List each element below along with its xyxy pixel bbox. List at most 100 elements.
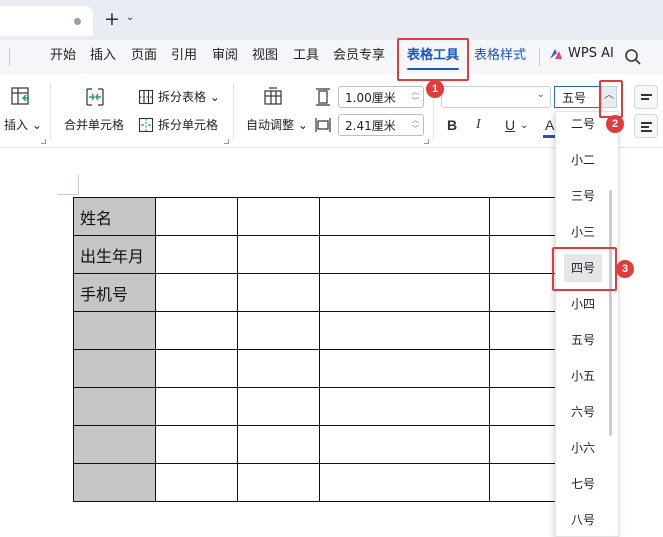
table-cell[interactable] — [155, 349, 238, 388]
table-header-cell[interactable]: 出生年月 — [73, 235, 156, 274]
font-size-option[interactable]: 小二 — [564, 146, 602, 174]
split-table-label: 拆分表格 — [158, 90, 207, 104]
highlight-box-size-option — [552, 247, 617, 291]
step-badge-2: 2 — [606, 115, 624, 133]
table-cell[interactable] — [155, 273, 238, 312]
table-cell[interactable] — [319, 387, 490, 426]
underline-button[interactable]: U — [505, 117, 515, 133]
table-cell[interactable] — [319, 273, 490, 312]
split-table-button[interactable]: 拆分表格 ⌄ — [158, 89, 220, 105]
table-header-cell[interactable]: 手机号 — [73, 273, 156, 312]
table-header-cell[interactable] — [73, 387, 156, 426]
table-cell[interactable] — [155, 197, 238, 236]
table-cell[interactable] — [319, 349, 490, 388]
font-color-button[interactable]: A — [545, 117, 554, 133]
col-width-input[interactable]: 2.41厘米 ︿ ﹀ — [338, 114, 424, 136]
insert-table-icon[interactable] — [10, 86, 32, 108]
font-size-option[interactable]: 二号 — [564, 112, 602, 138]
table-cell[interactable] — [155, 387, 238, 426]
table-cell[interactable] — [237, 349, 320, 388]
menu-home[interactable]: 开始 — [50, 47, 76, 65]
row-height-stepper-icon[interactable]: ︿ ﹀ — [412, 88, 419, 106]
menu-divider — [539, 48, 540, 66]
merge-cells-icon[interactable] — [84, 86, 106, 108]
new-tab-menu-icon[interactable]: ⌄ — [126, 12, 134, 23]
table-cell[interactable] — [237, 311, 320, 350]
ribbon-divider — [233, 82, 234, 140]
font-size-option[interactable]: 六号 — [564, 398, 602, 426]
font-size-option[interactable]: 小六 — [564, 434, 602, 462]
font-size-option[interactable]: 五号 — [564, 326, 602, 354]
menu-tools[interactable]: 工具 — [293, 47, 319, 65]
menu-member[interactable]: 会员专享 — [333, 47, 385, 65]
font-size-option[interactable]: 三号 — [564, 182, 602, 210]
font-size-option[interactable]: 小四 — [564, 290, 602, 318]
table-cell[interactable] — [319, 311, 490, 350]
table-row: 姓名 — [73, 197, 570, 236]
row-height-icon — [316, 88, 330, 106]
merge-cells-button[interactable]: 合并单元格 — [64, 117, 124, 133]
insert-label: 插入 — [4, 118, 29, 132]
bold-button[interactable]: B — [447, 117, 457, 133]
menu-divider — [9, 48, 10, 66]
table-cell[interactable] — [319, 463, 490, 502]
table-cell[interactable] — [155, 311, 238, 350]
table-cell[interactable] — [155, 463, 238, 502]
split-cells-button[interactable]: 拆分单元格 — [158, 117, 218, 133]
table-cell[interactable] — [319, 197, 490, 236]
table-cell[interactable] — [237, 235, 320, 274]
step-badge-1: 1 — [426, 80, 444, 98]
row-height-input[interactable]: 1.00厘米 ︿ ﹀ — [338, 86, 424, 108]
table-cell[interactable] — [319, 235, 490, 274]
font-size-input[interactable]: 五号 — [554, 86, 600, 108]
wps-ai-label: WPS AI — [568, 46, 614, 61]
table-header-cell[interactable] — [73, 425, 156, 464]
table-cell[interactable] — [237, 463, 320, 502]
group-launcher-icon[interactable] — [224, 139, 229, 144]
italic-button[interactable]: I — [476, 117, 481, 133]
document-tab[interactable] — [0, 6, 93, 36]
table-cell[interactable] — [237, 197, 320, 236]
table-cell[interactable] — [319, 425, 490, 464]
font-size-option[interactable]: 八号 — [564, 506, 602, 534]
menu-view[interactable]: 视图 — [252, 47, 278, 65]
table-row — [73, 463, 570, 502]
table-cell[interactable] — [237, 425, 320, 464]
menu-references[interactable]: 引用 — [171, 47, 197, 65]
font-size-option[interactable]: 七号 — [564, 470, 602, 498]
align-line — [641, 126, 649, 128]
menu-insert[interactable]: 插入 — [90, 47, 116, 65]
auto-adjust-button[interactable]: 自动调整 ⌄ — [246, 117, 308, 133]
align-top-button[interactable] — [634, 85, 658, 109]
menu-page[interactable]: 页面 — [131, 47, 157, 65]
table-header-cell[interactable] — [73, 349, 156, 388]
auto-adjust-icon[interactable] — [262, 86, 284, 108]
dropdown-scrollbar[interactable] — [609, 190, 612, 436]
align-left-button[interactable] — [634, 114, 658, 138]
table-row: 手机号 — [73, 273, 570, 312]
table-cell[interactable] — [237, 387, 320, 426]
font-size-option[interactable]: 小五 — [564, 362, 602, 390]
menu-table-style[interactable]: 表格样式 — [474, 47, 526, 65]
search-icon[interactable] — [624, 48, 642, 66]
align-line — [641, 122, 652, 124]
table-header-cell[interactable]: 姓名 — [73, 197, 156, 236]
table-cell[interactable] — [155, 235, 238, 274]
tab-bar: + ⌄ — [0, 0, 663, 40]
document-table[interactable]: 姓名 出生年月 手机号 — [73, 197, 570, 502]
table-header-cell[interactable] — [73, 463, 156, 502]
font-size-option[interactable]: 小三 — [564, 218, 602, 246]
font-name-select[interactable]: ⌄ — [441, 86, 551, 108]
table-cell[interactable] — [237, 273, 320, 312]
group-launcher-icon[interactable] — [424, 139, 429, 144]
table-header-cell[interactable] — [73, 311, 156, 350]
group-launcher-icon[interactable] — [41, 139, 46, 144]
underline-menu-icon[interactable]: ⌄ — [520, 120, 528, 131]
wps-ai-button[interactable]: WPS AI — [549, 46, 614, 61]
col-width-stepper-icon[interactable]: ︿ ﹀ — [412, 116, 419, 134]
highlight-box-size-button — [599, 80, 623, 118]
table-cell[interactable] — [155, 425, 238, 464]
menu-review[interactable]: 审阅 — [212, 47, 238, 65]
insert-button[interactable]: 插入 ⌄ — [4, 117, 42, 133]
new-tab-button[interactable]: + — [104, 9, 120, 29]
